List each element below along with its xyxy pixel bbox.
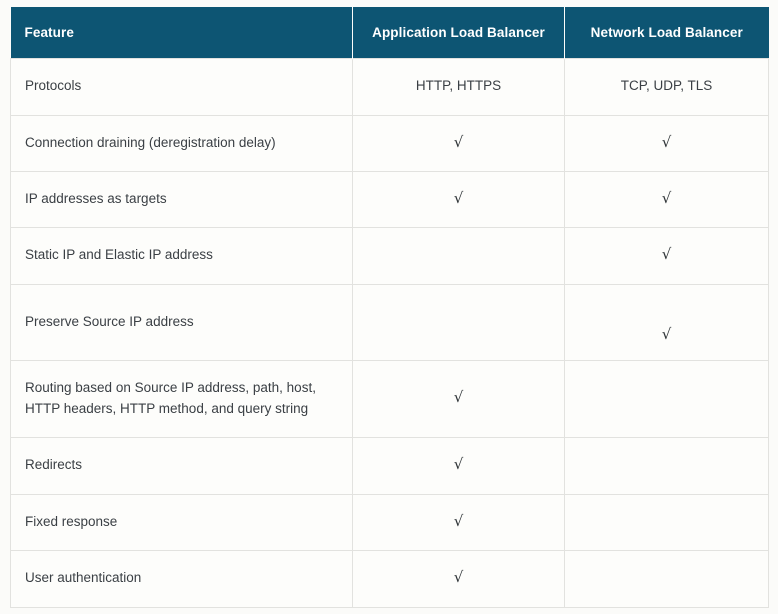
checkmark-icon: √	[453, 132, 464, 151]
checkmark-icon: √	[453, 511, 464, 530]
table-header: Feature Application Load Balancer Networ…	[10, 7, 769, 58]
feature-label: Static IP and Elastic IP address	[25, 247, 213, 263]
alb-value-cell: √	[352, 359, 565, 438]
nlb-value-cell	[564, 549, 769, 608]
table-row: Routing based on Source IP address, path…	[10, 359, 769, 438]
column-header-application-load-balancer: Application Load Balancer	[352, 7, 565, 58]
nlb-value-cell	[564, 493, 769, 551]
alb-value-cell: √	[352, 493, 565, 551]
checkmark-icon: √	[661, 324, 672, 343]
table-row: Static IP and Elastic IP address √	[10, 226, 769, 285]
feature-label: Connection draining (deregistration dela…	[25, 134, 276, 150]
alb-value-cell	[352, 226, 565, 285]
feature-name-cell: Fixed response	[10, 493, 353, 551]
nlb-value-cell	[564, 436, 769, 495]
checkmark-icon: √	[453, 388, 464, 407]
table-row: User authentication √	[10, 549, 769, 608]
table-row: Redirects √	[10, 436, 769, 495]
comparison-table-container: Feature Application Load Balancer Networ…	[10, 7, 769, 608]
table-row: Connection draining (deregistration dela…	[10, 114, 769, 172]
checkmark-icon: √	[661, 188, 672, 207]
feature-label: Routing based on Source IP address, path…	[25, 379, 316, 416]
checkmark-icon: √	[453, 568, 464, 587]
feature-label: Preserve Source IP address	[25, 313, 194, 329]
feature-name-cell: Routing based on Source IP address, path…	[10, 359, 353, 438]
feature-name-cell: Preserve Source IP address	[10, 283, 353, 361]
alb-value-cell	[352, 283, 565, 361]
alb-value-cell: √	[352, 436, 565, 495]
feature-label: Protocols	[25, 78, 82, 94]
table-row: IP addresses as targets √ √	[10, 170, 769, 228]
feature-name-cell: Connection draining (deregistration dela…	[10, 114, 353, 172]
alb-value-cell: HTTP, HTTPS	[352, 57, 565, 116]
nlb-value-cell: √	[564, 170, 769, 228]
load-balancer-comparison-table: Feature Application Load Balancer Networ…	[10, 7, 769, 608]
feature-label: IP addresses as targets	[25, 190, 167, 206]
table-row: Protocols HTTP, HTTPS TCP, UDP, TLS	[10, 57, 769, 116]
feature-label: Fixed response	[25, 513, 118, 529]
feature-name-cell: Redirects	[10, 436, 353, 495]
alb-value-cell: √	[352, 170, 565, 228]
nlb-value-cell: √	[564, 114, 769, 172]
checkmark-icon: √	[453, 188, 464, 207]
checkmark-icon: √	[661, 132, 672, 151]
table-row: Preserve Source IP address √	[10, 283, 769, 361]
feature-name-cell: User authentication	[10, 549, 353, 608]
feature-name-cell: Static IP and Elastic IP address	[10, 226, 353, 285]
feature-label: User authentication	[25, 570, 142, 586]
checkmark-icon: √	[661, 245, 672, 264]
column-header-network-load-balancer: Network Load Balancer	[564, 7, 769, 58]
feature-name-cell: Protocols	[10, 57, 353, 116]
nlb-value-cell: √	[564, 283, 769, 361]
nlb-value-cell	[564, 359, 769, 438]
column-header-feature: Feature	[10, 7, 353, 58]
table-header-row: Feature Application Load Balancer Networ…	[10, 7, 769, 58]
nlb-value-cell: TCP, UDP, TLS	[564, 57, 769, 116]
feature-label: Redirects	[25, 457, 83, 473]
alb-value-cell: √	[352, 549, 565, 608]
checkmark-icon: √	[453, 455, 464, 474]
table-row: Fixed response √	[10, 493, 769, 551]
nlb-value-cell: √	[564, 226, 769, 285]
table-body: Protocols HTTP, HTTPS TCP, UDP, TLS Conn…	[10, 57, 769, 608]
feature-name-cell: IP addresses as targets	[10, 170, 353, 228]
alb-value-cell: √	[352, 114, 565, 172]
